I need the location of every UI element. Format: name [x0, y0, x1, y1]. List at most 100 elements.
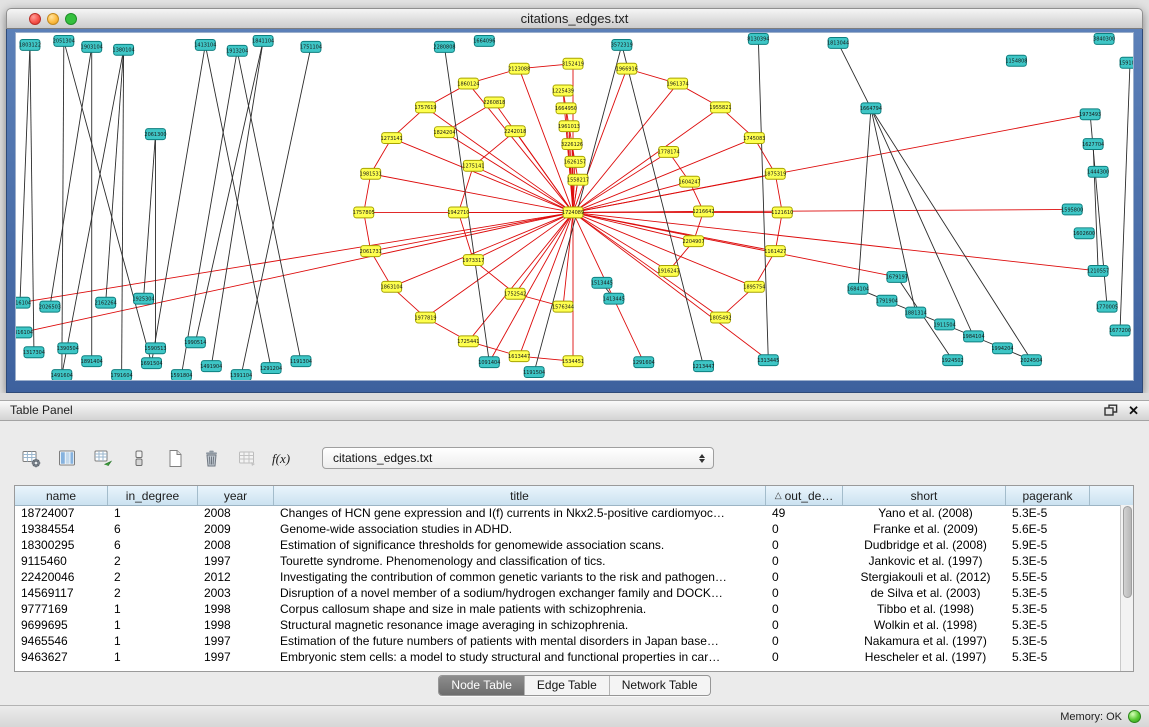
table-row[interactable]: 946362711997Embryonic stem cells: a mode… [15, 649, 1120, 665]
graph-node[interactable]: 1664096 [473, 35, 495, 46]
graph-node[interactable]: 1757619 [414, 102, 436, 113]
float-panel-icon[interactable] [1104, 404, 1118, 417]
graph-node[interactable]: 1595800 [1061, 204, 1083, 215]
graph-node[interactable]: 1613447 [508, 351, 530, 362]
graph-node[interactable]: 1664950 [555, 103, 577, 114]
graph-node[interactable]: 1213447 [692, 361, 714, 372]
graph-node[interactable]: 1664794 [860, 103, 882, 114]
graph-node[interactable]: 1961374 [667, 78, 689, 89]
graph-node[interactable]: 1191504 [523, 367, 545, 378]
graph-node[interactable]: 1491904 [200, 361, 222, 372]
graph-node[interactable]: 1724089 [562, 207, 584, 218]
graph-node[interactable]: 1955821 [709, 102, 731, 113]
table-row[interactable]: 2242004622012Investigating the contribut… [15, 569, 1120, 585]
graph-node[interactable]: 1616104 [16, 297, 31, 308]
graph-node[interactable]: 1576344 [552, 301, 574, 312]
graph-node[interactable]: 1805492 [709, 312, 731, 323]
graph-node[interactable]: 2061300 [144, 129, 166, 140]
graph-node[interactable]: 1881314 [905, 307, 927, 318]
import-table-button[interactable] [232, 444, 262, 472]
graph-node[interactable]: 3152419 [562, 58, 584, 69]
graph-node[interactable]: 1911504 [934, 319, 956, 330]
graph-node[interactable]: 1981531 [360, 168, 382, 179]
graph-node[interactable]: 1216642 [692, 206, 714, 217]
graph-node[interactable]: 1824204 [433, 127, 455, 138]
graph-node[interactable]: 1863104 [381, 281, 403, 292]
graph-node[interactable]: 1313445 [757, 355, 779, 366]
graph-node[interactable]: 1091404 [478, 357, 500, 368]
graph-node[interactable]: 2061731 [360, 246, 382, 257]
graph-node[interactable]: 1942710 [447, 207, 469, 218]
show-columns-button[interactable] [52, 444, 82, 472]
graph-node[interactable]: 1225439 [552, 85, 574, 96]
scrollbar-thumb[interactable] [1123, 506, 1132, 598]
graph-node[interactable]: 1316104 [16, 327, 33, 338]
graph-node[interactable]: 1626157 [564, 156, 586, 167]
graph-node[interactable]: 2280808 [433, 41, 455, 52]
graph-node[interactable]: 1791604 [111, 370, 133, 380]
tab-edge-table[interactable]: Edge Table [524, 676, 609, 695]
column-header-in_degree[interactable]: in_degree [108, 486, 198, 505]
graph-node[interactable]: 1591804 [170, 370, 192, 380]
graph-node[interactable]: 1813044 [827, 37, 849, 48]
table-row[interactable]: 977716911998Corpus callosum shape and si… [15, 601, 1120, 617]
table-row[interactable]: 1456911722003Disruption of a novel membe… [15, 585, 1120, 601]
table-row[interactable]: 946554611997Estimation of the future num… [15, 633, 1120, 649]
graph-node[interactable]: 2123088 [508, 63, 530, 74]
graph-node[interactable]: 1875319 [764, 168, 786, 179]
panel-divider[interactable] [0, 393, 1149, 400]
column-header-title[interactable]: title [274, 486, 766, 505]
graph-node[interactable]: 1961013 [558, 121, 580, 132]
column-header-year[interactable]: year [198, 486, 274, 505]
tab-network-table[interactable]: Network Table [609, 676, 710, 695]
graph-node[interactable]: 1590513 [144, 343, 166, 354]
table-row[interactable]: 969969511998Structural magnetic resonanc… [15, 617, 1120, 633]
minimize-window-button[interactable] [47, 13, 59, 25]
network-table-selector[interactable]: citations_edges.txt [322, 447, 714, 469]
table-vertical-scrollbar[interactable] [1120, 505, 1133, 671]
new-table-button[interactable] [160, 444, 190, 472]
graph-node[interactable]: 1684104 [847, 283, 869, 294]
graph-node[interactable]: 2026503 [39, 301, 61, 312]
graph-node[interactable]: 1916247 [658, 265, 680, 276]
graph-node[interactable]: 3226126 [561, 139, 583, 150]
graph-node[interactable]: 1291604 [633, 357, 655, 368]
graph-node[interactable]: 1973493 [1079, 109, 1101, 120]
graph-node[interactable]: 1966916 [616, 63, 638, 74]
graph-node[interactable]: 2242018 [504, 126, 526, 137]
column-header-name[interactable]: name [15, 486, 108, 505]
network-canvas[interactable]: 1724089315241921230881860124175761912731… [15, 32, 1134, 381]
column-header-out_de[interactable]: △out_de… [766, 486, 843, 505]
graph-node[interactable]: 1604247 [679, 176, 701, 187]
graph-node[interactable]: 3572319 [611, 39, 633, 50]
graph-node[interactable]: 1317304 [23, 347, 45, 358]
network-graph[interactable]: 1724089315241921230881860124175761912731… [16, 33, 1133, 380]
graph-node[interactable]: 1903104 [81, 41, 103, 52]
graph-node[interactable]: 1841104 [252, 35, 274, 46]
graph-node[interactable]: 1602600 [1073, 228, 1095, 239]
delete-table-button[interactable] [196, 444, 226, 472]
graph-node[interactable]: 1973317 [462, 255, 484, 266]
table-row[interactable]: 1872400712008Changes of HCN gene express… [15, 505, 1120, 521]
graph-node[interactable]: 1210557 [1087, 265, 1109, 276]
graph-node[interactable]: 2204907 [683, 236, 705, 247]
graph-node[interactable]: 1994204 [991, 343, 1013, 354]
graph-node[interactable]: 1534451 [562, 356, 584, 367]
graph-node[interactable]: 1413445 [603, 293, 625, 304]
graph-node[interactable]: 1591000 [1119, 57, 1133, 68]
close-window-button[interactable] [29, 13, 41, 25]
graph-node[interactable]: 1121610 [771, 207, 793, 218]
graph-node[interactable]: 1380104 [113, 44, 135, 55]
toggle-column-button[interactable] [124, 444, 154, 472]
graph-node[interactable]: 2260818 [483, 97, 505, 108]
graph-node[interactable]: 1751104 [300, 41, 322, 52]
graph-node[interactable]: 1444300 [1087, 166, 1109, 177]
graph-node[interactable]: 1161427 [764, 246, 786, 257]
graph-node[interactable]: 2024504 [1020, 355, 1042, 366]
graph-node[interactable]: 1778174 [658, 147, 680, 158]
graph-node[interactable]: 1391104 [230, 370, 252, 380]
table-row[interactable]: 1938455462009Genome-wide association stu… [15, 521, 1120, 537]
graph-node[interactable]: 1770005 [1096, 301, 1118, 312]
graph-node[interactable]: 1273141 [381, 133, 403, 144]
graph-node[interactable]: 1291204 [260, 363, 282, 374]
